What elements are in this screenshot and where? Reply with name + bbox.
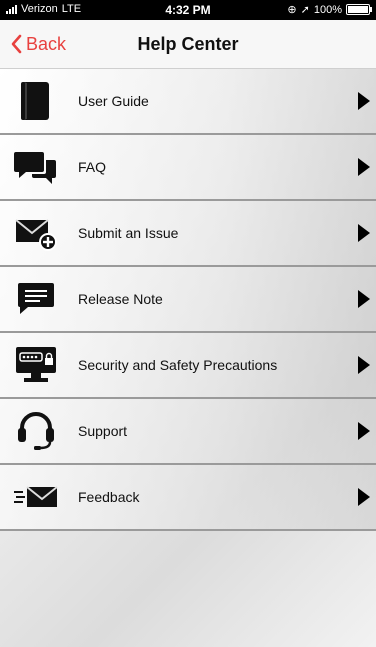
- monitor-password-icon: [12, 341, 60, 389]
- menu-item-label: Feedback: [78, 489, 140, 505]
- menu-item-submit-issue[interactable]: Submit an Issue: [0, 201, 376, 267]
- chat-bubbles-icon: [12, 143, 60, 191]
- menu-item-label: Security and Safety Precautions: [78, 357, 278, 373]
- menu-item-label: Submit an Issue: [78, 225, 179, 241]
- status-right: ⊕ ➚ 100%: [287, 3, 372, 16]
- menu-item-label: FAQ: [78, 159, 107, 175]
- play-arrow-icon: [358, 356, 370, 374]
- mail-add-icon: [12, 209, 60, 257]
- message-icon: [12, 275, 60, 323]
- play-arrow-icon: [358, 488, 370, 506]
- navigation-bar: Back Help Center: [0, 20, 376, 69]
- menu-item-label: Support: [78, 423, 128, 439]
- page-title: Help Center: [137, 34, 239, 54]
- orientation-lock-icon: ⊕: [287, 4, 297, 16]
- help-menu: User Guide FAQ Submit an Issue Release N…: [0, 69, 376, 531]
- menu-item-security[interactable]: Security and Safety Precautions: [0, 333, 376, 399]
- menu-item-support[interactable]: Support: [0, 399, 376, 465]
- menu-item-label: User Guide: [78, 93, 149, 109]
- content-area: User Guide FAQ Submit an Issue Release N…: [0, 69, 376, 647]
- play-arrow-icon: [358, 224, 370, 242]
- menu-item-release-note[interactable]: Release Note: [0, 267, 376, 333]
- menu-item-faq[interactable]: FAQ: [0, 135, 376, 201]
- book-icon: [12, 77, 60, 125]
- menu-item-label: Release Note: [78, 291, 163, 307]
- play-arrow-icon: [358, 92, 370, 110]
- battery-icon: [346, 4, 372, 15]
- play-arrow-icon: [358, 158, 370, 176]
- send-mail-icon: [12, 473, 60, 521]
- location-icon: ➚: [300, 4, 310, 16]
- menu-item-feedback[interactable]: Feedback: [0, 465, 376, 531]
- headset-icon: [12, 407, 60, 455]
- menu-item-user-guide[interactable]: User Guide: [0, 69, 376, 135]
- status-bar: Verizon LTE 4:32 PM ⊕ ➚ 100%: [0, 0, 376, 20]
- battery-percent: 100%: [313, 3, 342, 16]
- play-arrow-icon: [358, 422, 370, 440]
- help-center-screen: Verizon LTE 4:32 PM ⊕ ➚ 100% Back Help C…: [0, 0, 376, 647]
- play-arrow-icon: [358, 290, 370, 308]
